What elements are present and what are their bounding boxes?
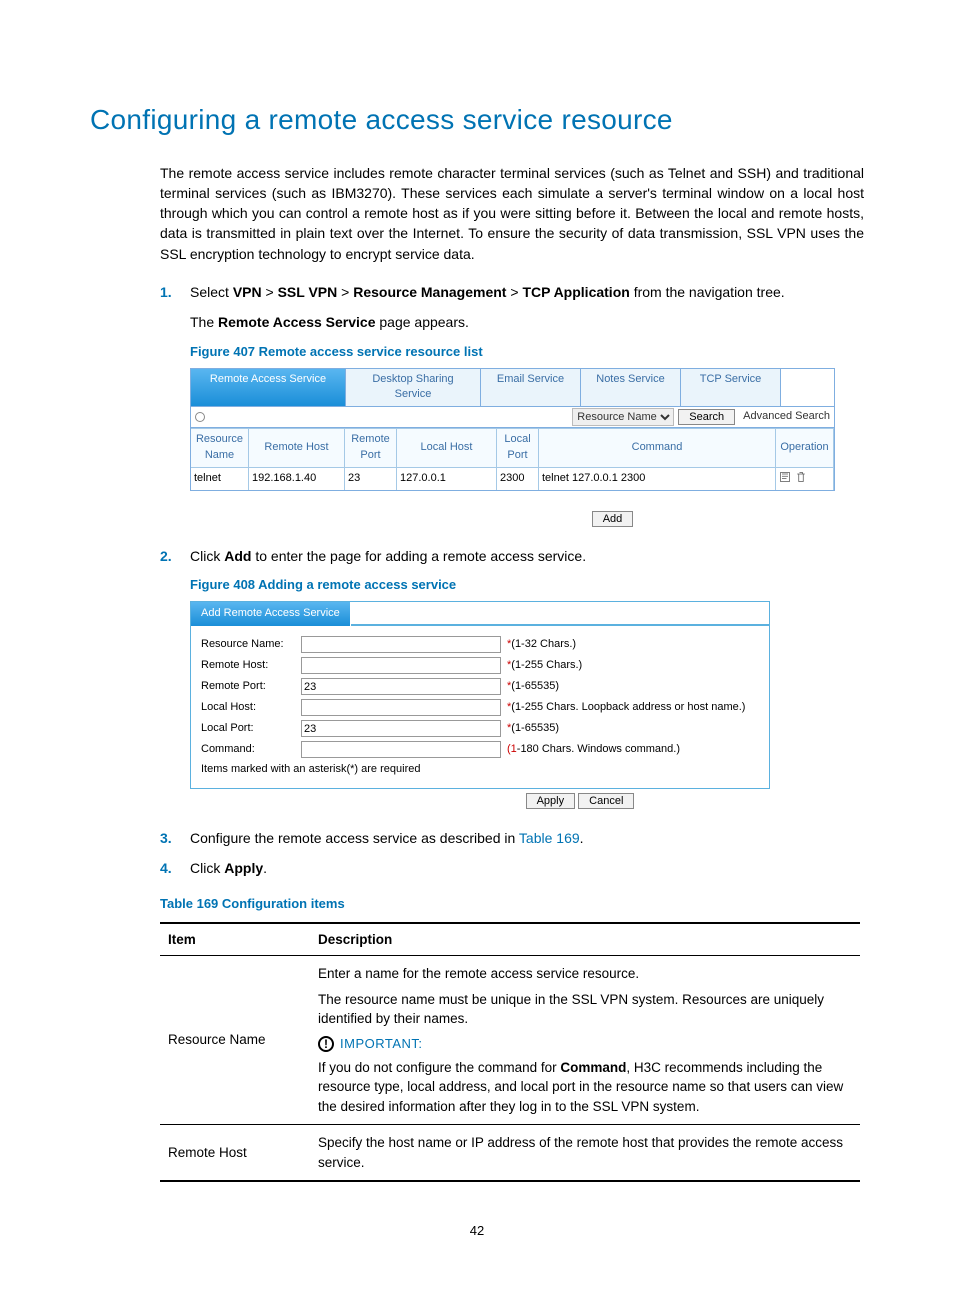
form-input[interactable] — [301, 741, 501, 758]
form-note: Items marked with an asterisk(*) are req… — [191, 760, 769, 782]
form-row: Resource Name: *(1-32 Chars.) — [191, 634, 769, 655]
search-button[interactable]: Search — [678, 409, 735, 425]
page-title: Configuring a remote access service reso… — [90, 100, 864, 141]
cancel-button[interactable]: Cancel — [578, 793, 634, 809]
apply-button[interactable]: Apply — [526, 793, 576, 809]
form-label: Resource Name: — [201, 637, 301, 653]
add-button[interactable]: Add — [592, 511, 634, 527]
form-label: Command: — [201, 742, 301, 758]
form-hint: *(1-255 Chars.) — [507, 658, 582, 674]
form-label: Remote Host: — [201, 658, 301, 674]
form-hint: (1-180 Chars. Windows command.) — [507, 742, 680, 758]
figure-407-caption: Figure 407 Remote access service resourc… — [190, 343, 864, 362]
table-header: Resource Name Remote Host Remote Port Lo… — [191, 428, 834, 467]
table-row: Remote Host Specify the host name or IP … — [160, 1125, 860, 1182]
form-hint: *(1-32 Chars.) — [507, 637, 576, 653]
form-hint: *(1-255 Chars. Loopback address or host … — [507, 700, 745, 716]
form-row: Command: (1-180 Chars. Windows command.) — [191, 739, 769, 760]
important-icon: ! — [318, 1036, 334, 1052]
form-row: Remote Host: *(1-255 Chars.) — [191, 655, 769, 676]
form-header: Add Remote Access Service — [191, 602, 351, 626]
form-row: Remote Port: *(1-65535) — [191, 676, 769, 697]
edit-icon[interactable] — [779, 471, 791, 483]
form-input[interactable] — [301, 699, 501, 716]
form-input[interactable] — [301, 678, 501, 695]
important-callout: ! IMPORTANT: — [318, 1035, 856, 1054]
form-input[interactable] — [301, 636, 501, 653]
table-169-link[interactable]: Table 169 — [519, 830, 580, 846]
step-4: Click Apply. — [160, 858, 864, 878]
advanced-search-link[interactable]: Advanced Search — [743, 409, 830, 425]
page-number: 42 — [90, 1222, 864, 1241]
search-input[interactable] — [211, 409, 568, 425]
tab-tcp[interactable]: TCP Service — [681, 369, 781, 407]
tab-desktop-sharing[interactable]: Desktop Sharing Service — [346, 369, 481, 407]
step-1: Select VPN > SSL VPN > Resource Manageme… — [160, 282, 864, 302]
form-label: Local Port: — [201, 721, 301, 737]
tab-notes[interactable]: Notes Service — [581, 369, 681, 407]
delete-icon[interactable] — [795, 471, 807, 483]
tab-remote-access[interactable]: Remote Access Service — [191, 369, 346, 407]
figure-408: Add Remote Access Service Resource Name:… — [190, 601, 770, 789]
search-icon — [195, 412, 205, 422]
form-row: Local Port: *(1-65535) — [191, 718, 769, 739]
form-label: Remote Port: — [201, 679, 301, 695]
table-169: Item Description Resource Name Enter a n… — [160, 922, 860, 1183]
step-1-subline: The Remote Access Service page appears. — [190, 312, 864, 332]
table-row: Resource Name Enter a name for the remot… — [160, 956, 860, 1125]
form-hint: *(1-65535) — [507, 679, 559, 695]
intro-paragraph: The remote access service includes remot… — [160, 163, 864, 264]
form-row: Local Host: *(1-255 Chars. Loopback addre… — [191, 697, 769, 718]
step-2: Click Add to enter the page for adding a… — [160, 546, 864, 566]
form-input[interactable] — [301, 657, 501, 674]
search-field-select[interactable]: Resource Name — [572, 408, 674, 426]
step-3: Configure the remote access service as d… — [160, 828, 864, 848]
tab-email[interactable]: Email Service — [481, 369, 581, 407]
form-hint: *(1-65535) — [507, 721, 559, 737]
table-row: telnet 192.168.1.40 23 127.0.0.1 2300 te… — [191, 467, 834, 490]
figure-407: Remote Access Service Desktop Sharing Se… — [190, 368, 835, 492]
table-169-caption: Table 169 Configuration items — [160, 895, 864, 914]
figure-408-caption: Figure 408 Adding a remote access servic… — [190, 576, 864, 595]
form-label: Local Host: — [201, 700, 301, 716]
form-input[interactable] — [301, 720, 501, 737]
